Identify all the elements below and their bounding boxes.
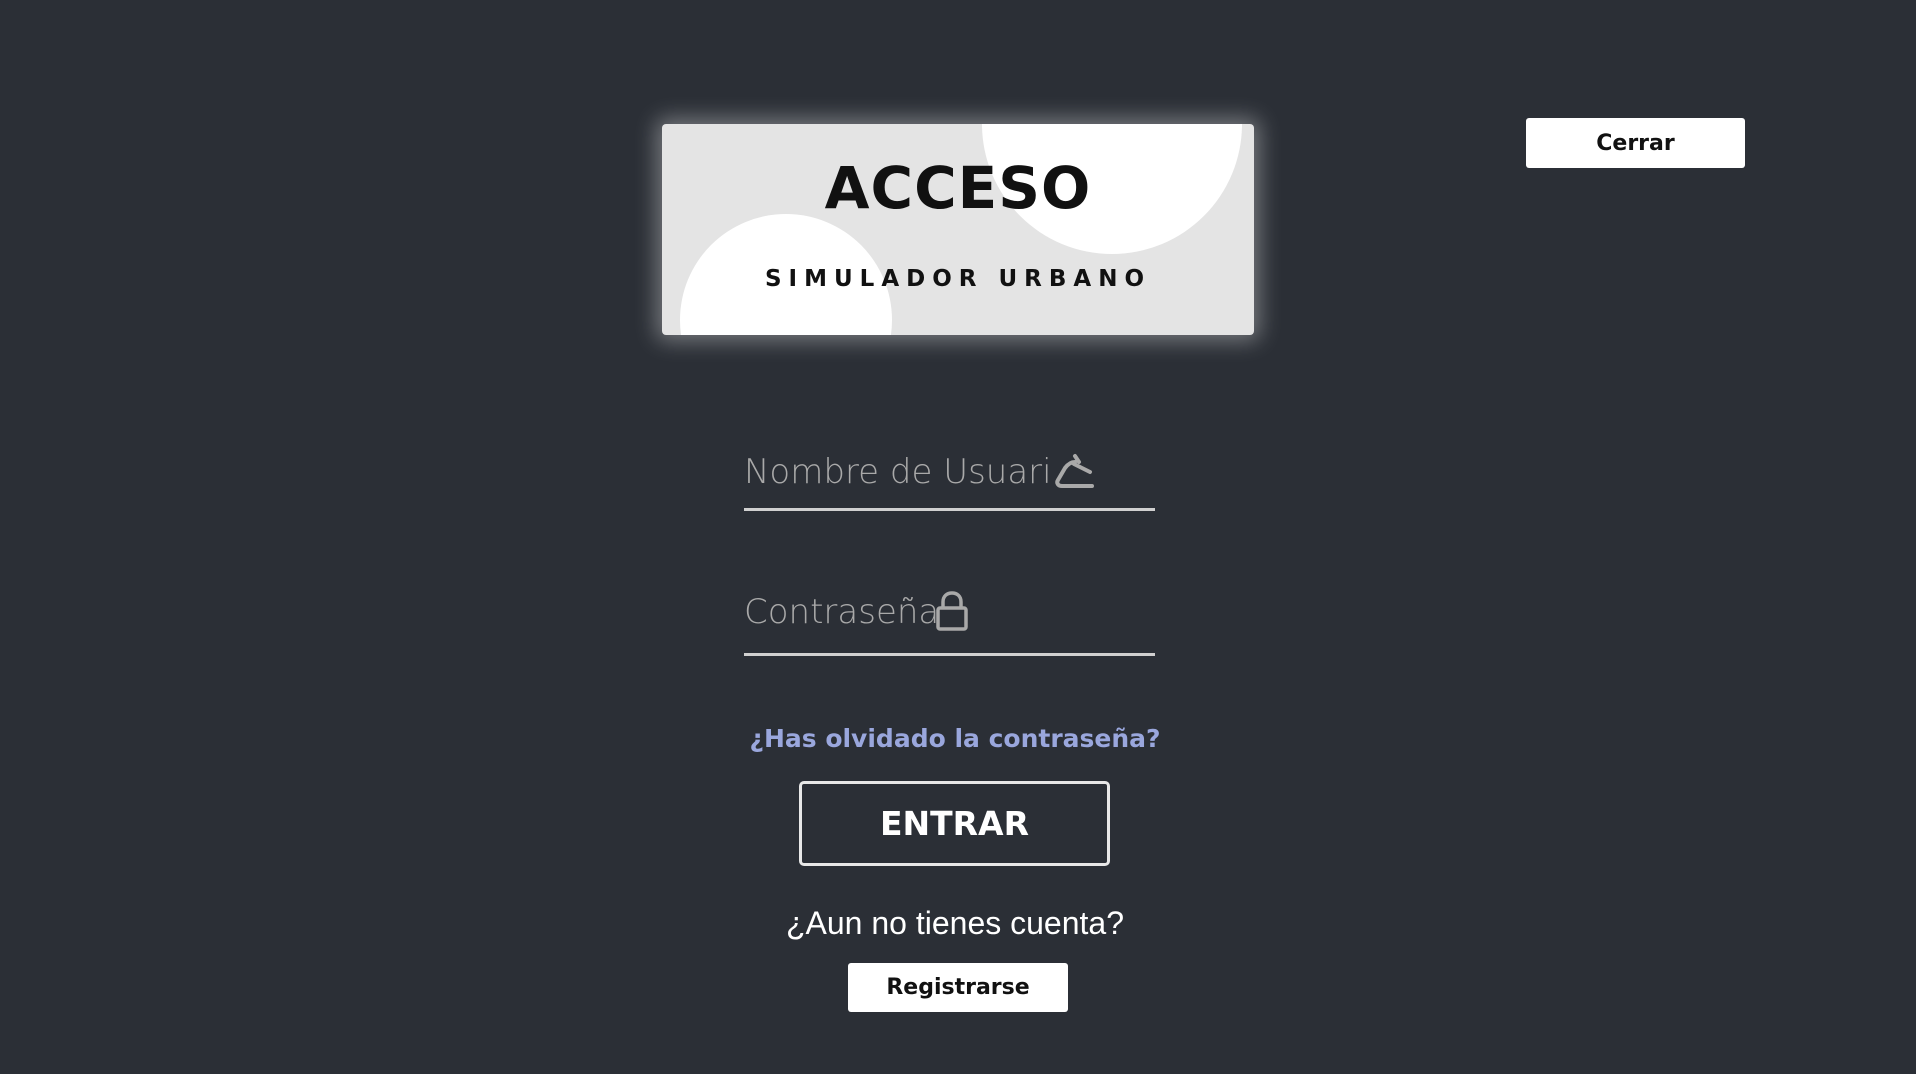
password-field [744, 570, 1155, 656]
close-button[interactable]: Cerrar [1526, 118, 1745, 168]
forgot-password-link[interactable]: ¿Has olvidado la contraseña? [700, 724, 1210, 753]
login-page: ACCESO SIMULADOR URBANO Cerrar ¿Has olvi… [0, 0, 1916, 1074]
page-title: ACCESO [824, 154, 1092, 222]
page-subtitle: SIMULADOR URBANO [764, 266, 1152, 292]
enter-button[interactable]: ENTRAR [799, 781, 1110, 866]
password-input[interactable] [744, 582, 939, 642]
register-button[interactable]: Registrarse [848, 963, 1068, 1012]
lock-icon [934, 590, 970, 637]
username-input[interactable] [744, 442, 1054, 502]
no-account-text: ¿Aun no tienes cuenta? [785, 905, 1124, 941]
username-field [744, 434, 1155, 511]
header-card: ACCESO SIMULADOR URBANO [662, 124, 1254, 335]
hanger-icon [1054, 452, 1096, 497]
